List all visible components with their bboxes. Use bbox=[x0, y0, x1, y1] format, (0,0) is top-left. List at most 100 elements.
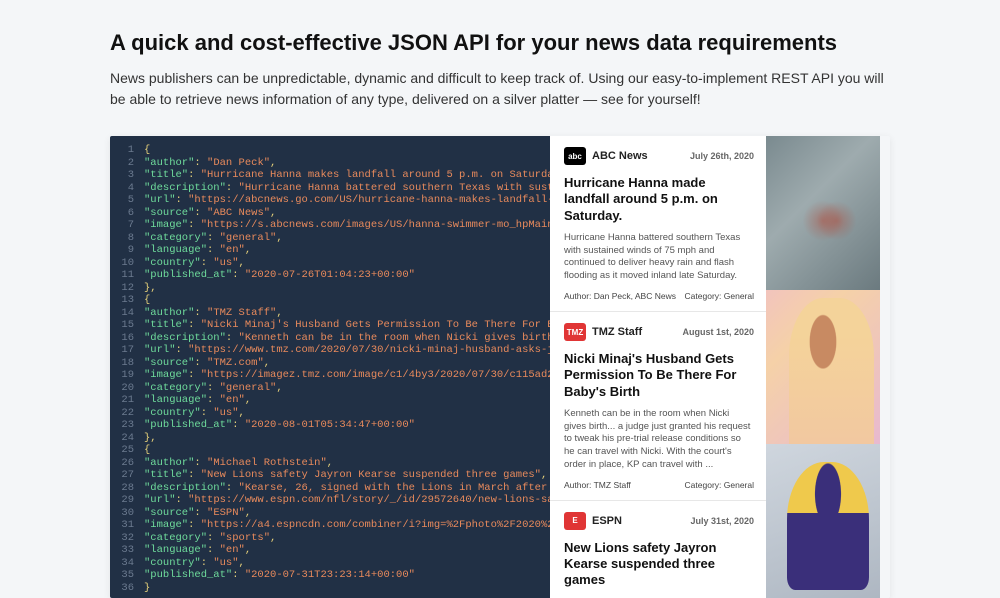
line-number: 33 bbox=[110, 544, 144, 557]
source-badge-icon: E bbox=[564, 512, 586, 530]
card-source: TMZTMZ Staff bbox=[564, 323, 642, 341]
card-source: E ESPN bbox=[564, 512, 622, 530]
code-line: 28 "description": "Kearse, 26, signed wi… bbox=[110, 482, 550, 495]
code-line: 18 "source": "TMZ.com", bbox=[110, 357, 550, 370]
code-content: "url": "https://www.tmz.com/2020/07/30/n… bbox=[144, 344, 550, 357]
code-line: 6 "source": "ABC News", bbox=[110, 207, 550, 220]
thumbnail-column bbox=[766, 136, 880, 598]
card-author: Author: Dan Peck, ABC News bbox=[564, 291, 676, 301]
code-content: "title": "Nicki Minaj's Husband Gets Per… bbox=[144, 319, 550, 332]
line-number: 2 bbox=[110, 157, 144, 170]
code-content: } bbox=[144, 582, 150, 595]
code-line: 25{ bbox=[110, 444, 550, 457]
line-number: 15 bbox=[110, 319, 144, 332]
code-line: 31 "image": "https://a4.espncdn.com/comb… bbox=[110, 519, 550, 532]
source-name: ESPN bbox=[592, 515, 622, 527]
code-content: "description": "Kearse, 26, signed with … bbox=[144, 482, 550, 495]
code-content: "language": "en", bbox=[144, 394, 251, 407]
line-number: 31 bbox=[110, 519, 144, 532]
line-number: 5 bbox=[110, 194, 144, 207]
line-number: 14 bbox=[110, 307, 144, 320]
code-content: "country": "us", bbox=[144, 257, 245, 270]
code-line: 35 "published_at": "2020-07-31T23:23:14+… bbox=[110, 569, 550, 582]
code-line: 5 "url": "https://abcnews.go.com/US/hurr… bbox=[110, 194, 550, 207]
code-content: "category": "general", bbox=[144, 382, 283, 395]
card-title: Hurricane Hanna made landfall around 5 p… bbox=[564, 175, 754, 224]
code-content: "source": "ESPN", bbox=[144, 507, 251, 520]
line-number: 7 bbox=[110, 219, 144, 232]
code-line: 29 "url": "https://www.espn.com/nfl/stor… bbox=[110, 494, 550, 507]
line-number: 24 bbox=[110, 432, 144, 445]
news-preview-column: abcABC NewsJuly 26th, 2020Hurricane Hann… bbox=[550, 136, 766, 598]
source-badge-icon: TMZ bbox=[564, 323, 586, 341]
code-content: "url": "https://www.espn.com/nfl/story/_… bbox=[144, 494, 550, 507]
line-number: 25 bbox=[110, 444, 144, 457]
code-content: "source": "TMZ.com", bbox=[144, 357, 270, 370]
card-description: Kenneth can be in the room when Nicki gi… bbox=[564, 408, 754, 472]
source-badge-icon: abc bbox=[564, 147, 586, 165]
demo-panel: 1{2 "author": "Dan Peck",3 "title": "Hur… bbox=[110, 136, 890, 598]
card-description: Hurricane Hanna battered southern Texas … bbox=[564, 232, 754, 283]
code-line: 32 "category": "sports", bbox=[110, 532, 550, 545]
line-number: 26 bbox=[110, 457, 144, 470]
code-line: 23 "published_at": "2020-08-01T05:34:47+… bbox=[110, 419, 550, 432]
line-number: 29 bbox=[110, 494, 144, 507]
code-content: "published_at": "2020-08-01T05:34:47+00:… bbox=[144, 419, 415, 432]
code-line: 12}, bbox=[110, 282, 550, 295]
line-number: 12 bbox=[110, 282, 144, 295]
code-line: 30 "source": "ESPN", bbox=[110, 507, 550, 520]
code-line: 11 "published_at": "2020-07-26T01:04:23+… bbox=[110, 269, 550, 282]
code-content: }, bbox=[144, 432, 157, 445]
card-author: Author: TMZ Staff bbox=[564, 480, 631, 490]
line-number: 21 bbox=[110, 394, 144, 407]
line-number: 8 bbox=[110, 232, 144, 245]
code-content: "author": "Dan Peck", bbox=[144, 157, 276, 170]
code-content: { bbox=[144, 144, 150, 157]
line-number: 23 bbox=[110, 419, 144, 432]
code-content: { bbox=[144, 444, 150, 457]
code-line: 4 "description": "Hurricane Hanna batter… bbox=[110, 182, 550, 195]
card-title: Nicki Minaj's Husband Gets Permission To… bbox=[564, 351, 754, 400]
code-line: 20 "category": "general", bbox=[110, 382, 550, 395]
card-date: July 31st, 2020 bbox=[690, 516, 754, 526]
code-content: "source": "ABC News", bbox=[144, 207, 276, 220]
code-content: "image": "https://a4.espncdn.com/combine… bbox=[144, 519, 550, 532]
card-date: August 1st, 2020 bbox=[682, 327, 754, 337]
card-date: July 26th, 2020 bbox=[690, 151, 754, 161]
json-code-sample: 1{2 "author": "Dan Peck",3 "title": "Hur… bbox=[110, 136, 550, 598]
code-content: "category": "sports", bbox=[144, 532, 276, 545]
line-number: 30 bbox=[110, 507, 144, 520]
code-content: "description": "Kenneth can be in the ro… bbox=[144, 332, 550, 345]
card-category: Category: General bbox=[685, 291, 754, 301]
code-line: 10 "country": "us", bbox=[110, 257, 550, 270]
line-number: 27 bbox=[110, 469, 144, 482]
code-line: 33 "language": "en", bbox=[110, 544, 550, 557]
card-title: New Lions safety Jayron Kearse suspended… bbox=[564, 540, 754, 589]
code-line: 17 "url": "https://www.tmz.com/2020/07/3… bbox=[110, 344, 550, 357]
code-line: 36} bbox=[110, 582, 550, 595]
code-content: "published_at": "2020-07-26T01:04:23+00:… bbox=[144, 269, 415, 282]
line-number: 19 bbox=[110, 369, 144, 382]
code-content: "country": "us", bbox=[144, 407, 245, 420]
code-line: 21 "language": "en", bbox=[110, 394, 550, 407]
news-card: TMZTMZ Staff August 1st, 2020 Nicki Minaj'… bbox=[550, 312, 766, 501]
line-number: 16 bbox=[110, 332, 144, 345]
code-content: "url": "https://abcnews.go.com/US/hurric… bbox=[144, 194, 550, 207]
thumbnail-hurricane bbox=[766, 136, 880, 290]
line-number: 22 bbox=[110, 407, 144, 420]
code-line: 24}, bbox=[110, 432, 550, 445]
line-number: 11 bbox=[110, 269, 144, 282]
code-content: "category": "general", bbox=[144, 232, 283, 245]
code-line: 14 "author": "TMZ Staff", bbox=[110, 307, 550, 320]
thumbnail-nicki bbox=[766, 290, 880, 444]
line-number: 4 bbox=[110, 182, 144, 195]
page-heading: A quick and cost-effective JSON API for … bbox=[110, 30, 890, 56]
code-content: "author": "Michael Rothstein", bbox=[144, 457, 333, 470]
page-lead: News publishers can be unpredictable, dy… bbox=[110, 68, 890, 110]
line-number: 9 bbox=[110, 244, 144, 257]
line-number: 32 bbox=[110, 532, 144, 545]
news-card: E ESPN July 31st, 2020 New Lions safety Jay… bbox=[550, 501, 766, 598]
code-content: }, bbox=[144, 282, 157, 295]
code-line: 1{ bbox=[110, 144, 550, 157]
code-content: "language": "en", bbox=[144, 544, 251, 557]
